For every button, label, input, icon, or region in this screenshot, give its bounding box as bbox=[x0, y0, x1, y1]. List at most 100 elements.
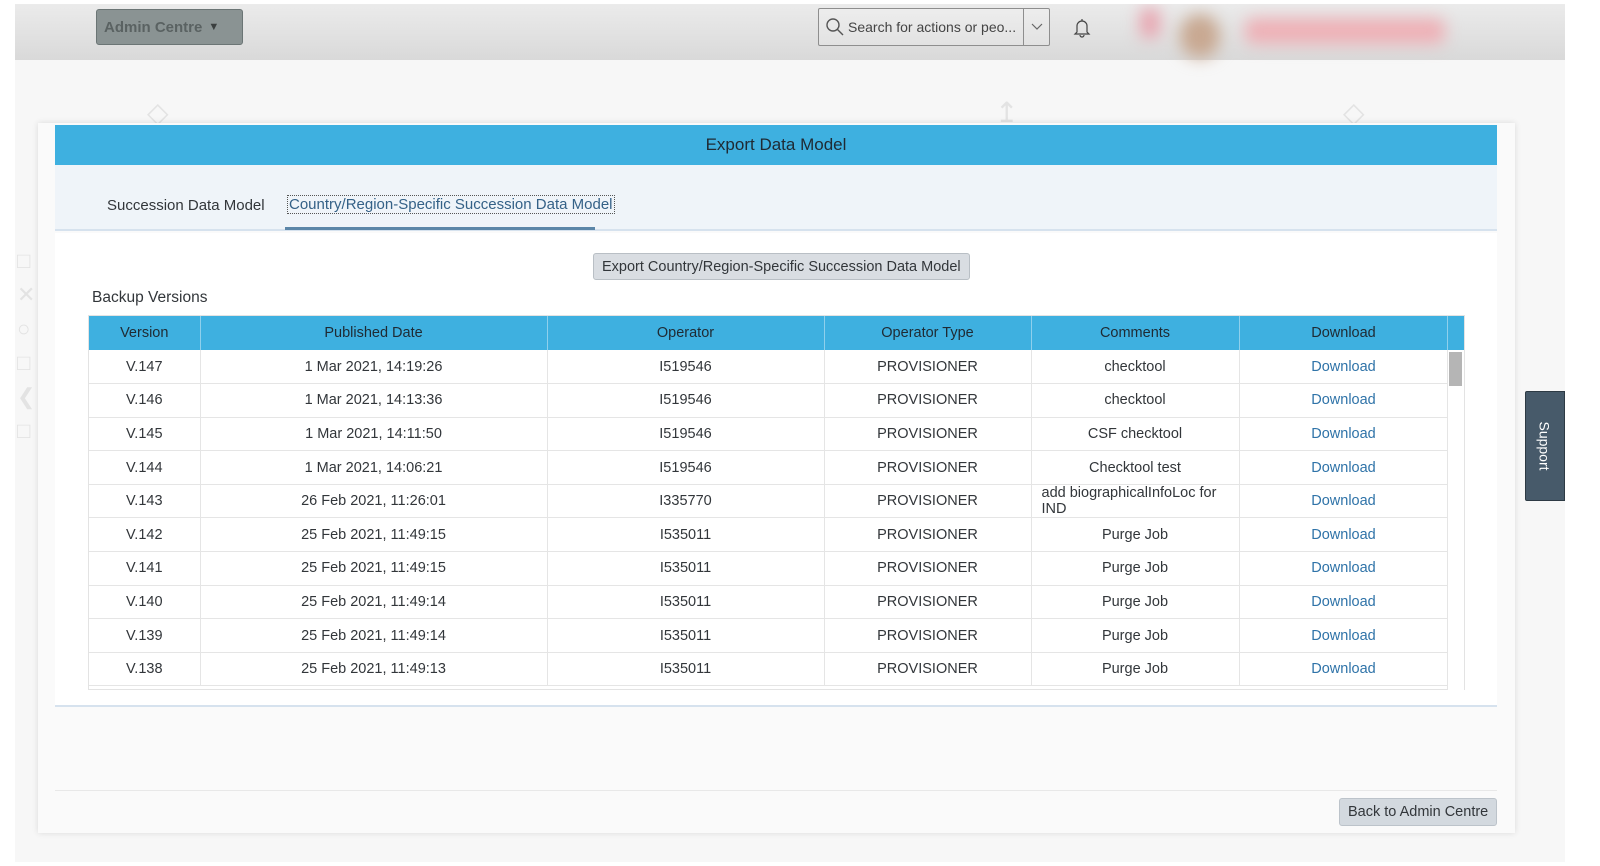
published-date-cell: 25 Feb 2021, 11:49:14 bbox=[200, 585, 548, 620]
version-cell: V.145 bbox=[89, 417, 201, 452]
version-cell: V.144 bbox=[89, 450, 201, 485]
published-date-cell: 1 Mar 2021, 14:13:36 bbox=[200, 383, 548, 418]
download-cell: Download bbox=[1239, 652, 1449, 687]
column-header-operator[interactable]: Operator bbox=[547, 316, 825, 350]
chevron-down-icon bbox=[1031, 23, 1042, 30]
search-input[interactable] bbox=[848, 19, 1023, 35]
comments-cell: Purge Job bbox=[1031, 517, 1240, 553]
published-date-cell: 1 Mar 2021, 14:06:21 bbox=[200, 450, 548, 485]
operator-cell: I535011 bbox=[547, 551, 825, 586]
version-cell: V.138 bbox=[89, 652, 201, 687]
table-row: V.143 26 Feb 2021, 11:26:01 I335770 PROVISI… bbox=[89, 484, 1449, 519]
published-date-cell: 25 Feb 2021, 11:49:15 bbox=[200, 517, 548, 553]
column-header-comments[interactable]: Comments bbox=[1031, 316, 1240, 350]
support-label: Support bbox=[1537, 421, 1554, 471]
table-scrollbar-thumb[interactable] bbox=[1449, 352, 1462, 386]
download-cell: Download bbox=[1239, 484, 1449, 519]
column-header-operator-type[interactable]: Operator Type bbox=[824, 316, 1032, 350]
table-row: V.138 25 Feb 2021, 11:49:13 I535011 PROVISI… bbox=[89, 652, 1449, 687]
search-icon bbox=[824, 16, 846, 38]
download-link[interactable]: Download bbox=[1311, 560, 1376, 576]
download-link[interactable]: Download bbox=[1311, 426, 1376, 442]
operator-cell: I519546 bbox=[547, 383, 825, 418]
active-tab-indicator bbox=[285, 227, 595, 230]
operator-cell: I519546 bbox=[547, 417, 825, 452]
operator-type-cell: PROVISIONER bbox=[824, 585, 1032, 620]
version-cell: V.146 bbox=[89, 383, 201, 418]
download-link[interactable]: Download bbox=[1311, 594, 1376, 610]
tab-bar: Succession Data Model Country/Region-Spe… bbox=[55, 165, 1497, 231]
operator-type-cell: PROVISIONER bbox=[824, 551, 1032, 586]
top-bar: Admin Centre ▼ bbox=[15, 4, 1565, 60]
tab-succession-data-model[interactable]: Succession Data Model bbox=[107, 197, 265, 214]
operator-type-cell: PROVISIONER bbox=[824, 350, 1032, 385]
version-cell: V.140 bbox=[89, 585, 201, 620]
version-cell: V.143 bbox=[89, 484, 201, 519]
download-cell: Download bbox=[1239, 417, 1449, 452]
operator-type-cell: PROVISIONER bbox=[824, 417, 1032, 452]
operator-cell: I519546 bbox=[547, 350, 825, 385]
download-link[interactable]: Download bbox=[1311, 493, 1376, 509]
operator-cell: I535011 bbox=[547, 517, 825, 553]
user-profile-blurred[interactable] bbox=[1130, 4, 1460, 60]
operator-cell: I535011 bbox=[547, 652, 825, 687]
export-country-region-button[interactable]: Export Country/Region-Specific Successio… bbox=[593, 253, 970, 280]
operator-type-cell: PROVISIONER bbox=[824, 450, 1032, 485]
version-cell: V.142 bbox=[89, 517, 201, 553]
search-box bbox=[818, 8, 1050, 46]
support-tab[interactable]: Support bbox=[1525, 391, 1565, 501]
download-link[interactable]: Download bbox=[1311, 661, 1376, 677]
published-date-cell: 1 Mar 2021, 14:19:26 bbox=[200, 350, 548, 385]
version-cell: V.141 bbox=[89, 551, 201, 586]
search-dropdown-button[interactable] bbox=[1023, 9, 1049, 45]
download-link[interactable]: Download bbox=[1311, 359, 1376, 375]
tab-content: Export Country/Region-Specific Successio… bbox=[55, 233, 1497, 707]
download-cell: Download bbox=[1239, 350, 1449, 385]
operator-type-cell: PROVISIONER bbox=[824, 618, 1032, 653]
comments-cell: Purge Job bbox=[1031, 585, 1240, 620]
admin-centre-label: Admin Centre bbox=[104, 18, 203, 36]
download-link[interactable]: Download bbox=[1311, 460, 1376, 476]
backup-versions-table: Version Published Date Operator Operator… bbox=[88, 315, 1465, 690]
column-header-version[interactable]: Version bbox=[89, 316, 201, 350]
comments-cell: checktool bbox=[1031, 350, 1240, 385]
comments-cell: Purge Job bbox=[1031, 652, 1240, 687]
table-row: V.147 1 Mar 2021, 14:19:26 I519546 PROVISIO… bbox=[89, 350, 1449, 385]
download-cell: Download bbox=[1239, 450, 1449, 485]
download-link[interactable]: Download bbox=[1311, 527, 1376, 543]
comments-cell: Purge Job bbox=[1031, 618, 1240, 653]
column-header-download[interactable]: Download bbox=[1239, 316, 1449, 350]
table-row: V.141 25 Feb 2021, 11:49:15 I535011 PROVISI… bbox=[89, 551, 1449, 586]
comments-cell: checktool bbox=[1031, 383, 1240, 418]
bell-icon bbox=[1073, 19, 1091, 38]
published-date-cell: 25 Feb 2021, 11:49:15 bbox=[200, 551, 548, 586]
table-row: V.142 25 Feb 2021, 11:49:15 I535011 PROVISI… bbox=[89, 517, 1449, 553]
operator-type-cell: PROVISIONER bbox=[824, 652, 1032, 687]
published-date-cell: 1 Mar 2021, 14:11:50 bbox=[200, 417, 548, 452]
download-cell: Download bbox=[1239, 517, 1449, 553]
table-scrollbar[interactable] bbox=[1447, 350, 1464, 690]
comments-cell: Purge Job bbox=[1031, 551, 1240, 586]
version-cell: V.147 bbox=[89, 350, 201, 385]
download-link[interactable]: Download bbox=[1311, 392, 1376, 408]
backup-versions-heading: Backup Versions bbox=[92, 289, 208, 306]
column-header-published-date[interactable]: Published Date bbox=[200, 316, 548, 350]
table-header-row: Version Published Date Operator Operator… bbox=[89, 316, 1449, 350]
operator-type-cell: PROVISIONER bbox=[824, 383, 1032, 418]
operator-type-cell: PROVISIONER bbox=[824, 484, 1032, 519]
caret-down-icon: ▼ bbox=[208, 21, 220, 33]
admin-centre-menu-button[interactable]: Admin Centre ▼ bbox=[96, 9, 243, 45]
background-decoration-icon: □ ✕ ○ □ ❮ □ bbox=[17, 248, 36, 443]
download-link[interactable]: Download bbox=[1311, 628, 1376, 644]
footer-divider bbox=[55, 790, 1497, 791]
operator-cell: I519546 bbox=[547, 450, 825, 485]
operator-cell: I535011 bbox=[547, 618, 825, 653]
version-cell: V.139 bbox=[89, 618, 201, 653]
export-data-model-dialog: Export Data Model Succession Data Model … bbox=[38, 123, 1515, 833]
notification-bell-button[interactable] bbox=[1073, 18, 1091, 38]
tab-country-region-specific-data-model[interactable]: Country/Region-Specific Succession Data … bbox=[287, 195, 615, 214]
table-row: V.145 1 Mar 2021, 14:11:50 I519546 PROVISIO… bbox=[89, 417, 1449, 452]
operator-cell: I535011 bbox=[547, 585, 825, 620]
back-to-admin-centre-button[interactable]: Back to Admin Centre bbox=[1339, 798, 1498, 826]
published-date-cell: 25 Feb 2021, 11:49:14 bbox=[200, 618, 548, 653]
